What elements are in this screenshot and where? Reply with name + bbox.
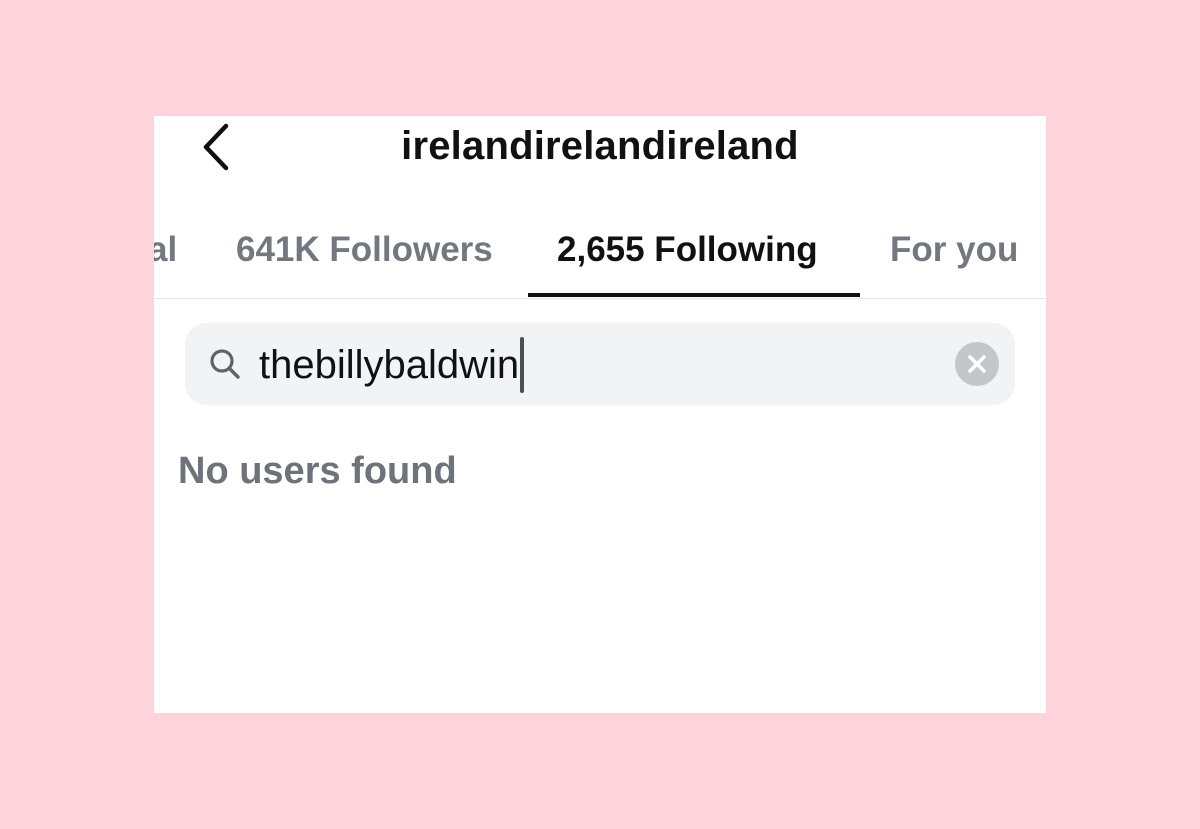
text-cursor <box>520 337 525 393</box>
tab-for-you[interactable]: For you <box>890 230 1018 270</box>
header: irelandirelandireland <box>154 116 1046 180</box>
search-input-value: thebillybaldwin <box>259 343 520 387</box>
tab-followers[interactable]: 641K Followers <box>236 230 493 270</box>
tab-following[interactable]: 2,655 Following <box>557 230 818 270</box>
empty-results-message: No users found <box>178 450 457 492</box>
clear-icon <box>968 355 986 373</box>
search-icon <box>210 349 240 379</box>
tab-bar: al 641K Followers 2,655 Following For yo… <box>154 216 1046 299</box>
tab-mutual[interactable]: al <box>154 230 177 270</box>
following-list-panel: irelandirelandireland al 641K Followers … <box>154 116 1046 713</box>
search-input[interactable]: thebillybaldwin <box>259 337 525 393</box>
active-tab-indicator <box>528 293 860 297</box>
search-field[interactable]: thebillybaldwin <box>185 323 1015 405</box>
page-title: irelandirelandireland <box>401 124 799 168</box>
clear-search-button[interactable] <box>955 342 999 386</box>
